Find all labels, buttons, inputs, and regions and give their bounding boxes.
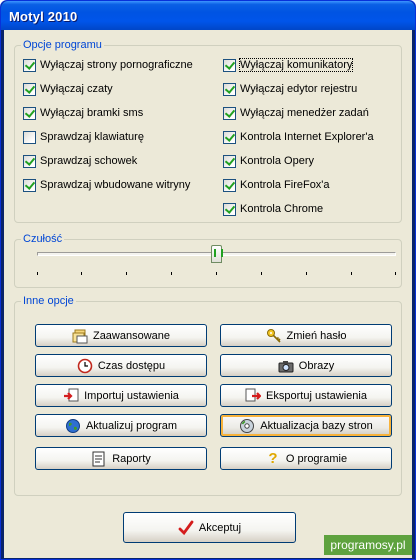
checkbox-box[interactable] xyxy=(223,106,236,120)
checkbox-box[interactable] xyxy=(23,130,36,144)
slider-tick xyxy=(216,272,217,275)
watermark: programosy.pl xyxy=(324,535,412,555)
update-program-button-label: Aktualizuj program xyxy=(85,419,178,432)
slider-tick xyxy=(81,272,82,275)
checkbox-label: Kontrola FireFox'a xyxy=(240,179,330,191)
advanced-button[interactable]: Zaawansowane xyxy=(35,324,207,347)
app-window: Motyl 2010 Opcje programu Wyłączaj stron… xyxy=(0,0,416,560)
about-button[interactable]: ? O programie xyxy=(220,447,392,470)
accept-button[interactable]: Akceptuj xyxy=(123,512,296,543)
slider-tick xyxy=(37,272,38,275)
checkbox-control-opera[interactable]: Kontrola Opery xyxy=(223,153,314,169)
checkmark-icon xyxy=(178,520,194,536)
checkbox-check-embedded-sites[interactable]: Sprawdzaj wbudowane witryny xyxy=(23,177,190,193)
checkbox-block-task-manager[interactable]: Wyłączaj menedżer zadań xyxy=(223,105,369,121)
slider-tick xyxy=(395,272,396,275)
checkbox-label: Wyłączaj strony pornograficzne xyxy=(40,59,193,71)
checkbox-box[interactable] xyxy=(223,58,236,72)
export-icon xyxy=(245,388,262,404)
program-options-legend: Opcje programu xyxy=(21,38,104,52)
checkbox-check-keyboard[interactable]: Sprawdzaj klawiaturę xyxy=(23,129,144,145)
checkbox-label: Sprawdzaj schowek xyxy=(40,155,138,167)
slider-tick xyxy=(171,272,172,275)
checkbox-box[interactable] xyxy=(23,106,36,120)
camera-icon xyxy=(278,358,294,374)
checkbox-label: Wyłączaj komunikatory xyxy=(238,58,354,72)
globe-icon xyxy=(65,418,81,434)
update-sites-database-button[interactable]: Aktualizacja bazy stron xyxy=(220,414,392,437)
checkbox-block-sms[interactable]: Wyłączaj bramki sms xyxy=(23,105,143,121)
checkbox-block-porn[interactable]: Wyłączaj strony pornograficzne xyxy=(23,57,193,73)
sensitivity-group: Czułość xyxy=(14,232,402,288)
checkbox-label: Wyłączaj edytor rejestru xyxy=(240,83,358,95)
folders-icon xyxy=(72,328,88,344)
import-icon xyxy=(63,388,79,404)
other-options-group: Inne opcje Zaawansowane Zmień hasło Czas… xyxy=(14,294,402,496)
update-program-button[interactable]: Aktualizuj program xyxy=(35,414,207,437)
checkbox-control-chrome[interactable]: Kontrola Chrome xyxy=(223,201,323,217)
access-time-button-label: Czas dostępu xyxy=(97,359,166,372)
import-settings-button[interactable]: Importuj ustawienia xyxy=(35,384,207,407)
checkbox-box[interactable] xyxy=(223,130,236,144)
change-password-button[interactable]: Zmień hasło xyxy=(220,324,392,347)
change-password-button-label: Zmień hasło xyxy=(286,329,347,342)
checkbox-label: Kontrola Internet Explorer'a xyxy=(240,131,374,143)
images-button-label: Obrazy xyxy=(298,359,335,372)
checkbox-box[interactable] xyxy=(223,82,236,96)
export-settings-button-label: Eksportuj ustawienia xyxy=(266,389,367,402)
checkbox-label: Wyłączaj bramki sms xyxy=(40,107,144,119)
checkbox-label: Kontrola Chrome xyxy=(240,203,324,215)
title-bar[interactable]: Motyl 2010 xyxy=(1,1,415,30)
checkbox-label: Wyłączaj menedżer zadań xyxy=(240,107,369,119)
checkbox-control-firefox[interactable]: Kontrola FireFox'a xyxy=(223,177,330,193)
slider-tick xyxy=(306,272,307,275)
checkbox-block-chats[interactable]: Wyłączaj czaty xyxy=(23,81,113,97)
slider-tick xyxy=(351,272,352,275)
report-icon xyxy=(91,451,107,467)
checkbox-box[interactable] xyxy=(23,82,36,96)
window-title: Motyl 2010 xyxy=(9,9,78,24)
reports-button[interactable]: Raporty xyxy=(35,447,207,470)
other-options-legend: Inne opcje xyxy=(21,294,76,308)
slider-tick xyxy=(126,272,127,275)
checkbox-label: Wyłączaj czaty xyxy=(40,83,113,95)
sensitivity-legend: Czułość xyxy=(21,232,65,246)
help-icon: ? xyxy=(268,450,278,467)
accept-button-label: Akceptuj xyxy=(198,521,242,534)
checkbox-label: Kontrola Opery xyxy=(240,155,314,167)
checkbox-box[interactable] xyxy=(223,202,236,216)
export-settings-button[interactable]: Eksportuj ustawienia xyxy=(220,384,392,407)
checkbox-label: Sprawdzaj klawiaturę xyxy=(40,131,144,143)
reports-button-label: Raporty xyxy=(112,452,151,465)
checkbox-box[interactable] xyxy=(23,154,36,168)
checkbox-box[interactable] xyxy=(223,154,236,168)
window-client-area: Opcje programu Wyłączaj strony pornograf… xyxy=(4,30,412,558)
access-time-button[interactable]: Czas dostępu xyxy=(35,354,207,377)
program-options-group: Opcje programu Wyłączaj strony pornograf… xyxy=(14,38,402,223)
clock-icon xyxy=(77,358,93,374)
slider-tick xyxy=(261,272,262,275)
checkbox-box[interactable] xyxy=(23,58,36,72)
cd-icon xyxy=(239,418,255,434)
checkbox-check-clipboard[interactable]: Sprawdzaj schowek xyxy=(23,153,137,169)
checkbox-block-regedit[interactable]: Wyłączaj edytor rejestru xyxy=(223,81,357,97)
checkbox-control-ie[interactable]: Kontrola Internet Explorer'a xyxy=(223,129,374,145)
update-sites-database-button-label: Aktualizacja bazy stron xyxy=(260,419,373,432)
sensitivity-slider-thumb[interactable] xyxy=(211,245,223,263)
checkbox-box[interactable] xyxy=(223,178,236,192)
images-button[interactable]: Obrazy xyxy=(220,354,392,377)
checkbox-label: Sprawdzaj wbudowane witryny xyxy=(40,179,191,191)
import-settings-button-label: Importuj ustawienia xyxy=(84,389,179,402)
key-icon xyxy=(266,328,282,344)
about-button-label: O programie xyxy=(285,452,348,465)
checkbox-box[interactable] xyxy=(23,178,36,192)
advanced-button-label: Zaawansowane xyxy=(92,329,171,342)
checkbox-block-messengers[interactable]: Wyłączaj komunikatory xyxy=(223,57,354,73)
